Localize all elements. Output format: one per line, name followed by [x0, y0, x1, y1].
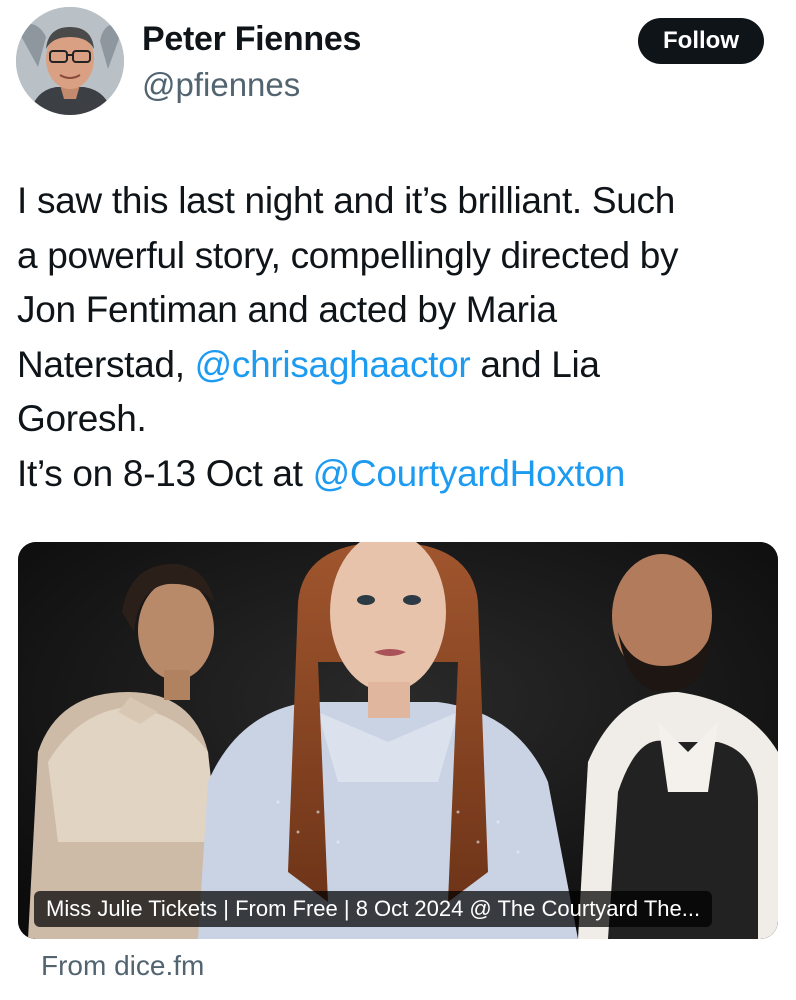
link-card[interactable]: Miss Julie Tickets | From Free | 8 Oct 2…	[18, 542, 778, 939]
tweet-text-segment: a powerful story, compellingly directed …	[17, 234, 679, 276]
tweet-text-segment: It’s on 8-13 Oct at	[17, 452, 313, 494]
tweet-line: Jon Fentiman and acted by Maria	[17, 283, 787, 338]
card-image	[18, 542, 778, 939]
tweet-text: I saw this last night and it’s brilliant…	[17, 174, 787, 501]
tweet-text-segment: Jon Fentiman and acted by Maria	[17, 289, 557, 330]
tweet-text-segment: I saw this last night and it’s brilliant…	[17, 180, 676, 221]
tweet-line: I saw this last night and it’s brilliant…	[17, 174, 787, 229]
link-card-title: Miss Julie Tickets | From Free | 8 Oct 2…	[34, 891, 713, 927]
follow-button[interactable]: Follow	[638, 18, 764, 64]
author-name[interactable]: Peter Fiennes	[142, 20, 361, 59]
tweet-text-segment: and Lia	[470, 343, 600, 385]
author-handle[interactable]: @pfiennes	[142, 66, 300, 104]
tweet-line: Goresh.	[17, 392, 787, 447]
tweet-line: a powerful story, compellingly directed …	[17, 229, 787, 284]
tweet-line: Naterstad, @chrisaghaactor and Lia	[17, 338, 787, 393]
tweet-text-segment: Goresh.	[17, 398, 147, 439]
tweet-line: It’s on 8-13 Oct at @CourtyardHoxton	[17, 447, 787, 502]
avatar-photo	[16, 7, 124, 115]
link-card-source[interactable]: From dice.fm	[41, 950, 204, 982]
author-avatar[interactable]	[16, 7, 124, 115]
mention-link[interactable]: @CourtyardHoxton	[313, 453, 626, 494]
mention-link[interactable]: @chrisaghaactor	[195, 344, 471, 385]
tweet-text-segment: Naterstad,	[17, 343, 195, 385]
